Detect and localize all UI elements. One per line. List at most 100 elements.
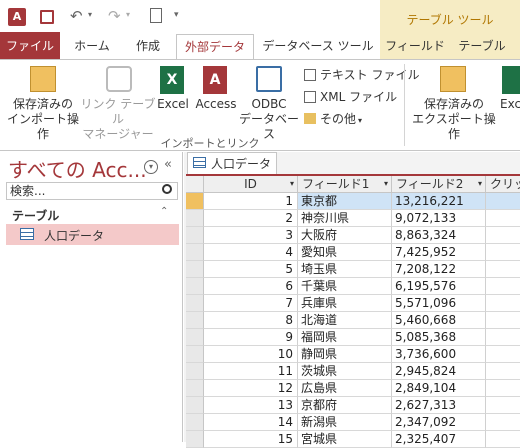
column-header-add[interactable]: クリック (486, 176, 520, 193)
nav-search-input[interactable]: 検索... (6, 182, 178, 200)
cell-add[interactable] (486, 414, 520, 431)
excel-export-button[interactable]: Exc (500, 97, 520, 112)
cell-field2[interactable]: 2,627,313 (392, 397, 486, 414)
cell-field2[interactable]: 5,571,096 (392, 295, 486, 312)
column-header-id[interactable]: ID ▾ (204, 176, 298, 193)
excel-import-button[interactable]: Excel (154, 97, 192, 112)
tab-external-data[interactable]: 外部データ (176, 34, 254, 61)
cell-id[interactable]: 3 (204, 227, 298, 244)
cell-field2[interactable]: 2,945,824 (392, 363, 486, 380)
cell-add[interactable] (486, 261, 520, 278)
collapse-pane-icon[interactable]: « (164, 157, 172, 172)
access-app-icon[interactable]: A (8, 8, 26, 26)
cell-field2[interactable]: 7,425,952 (392, 244, 486, 261)
cell-field1[interactable]: 千葉県 (298, 278, 392, 295)
cell-add[interactable] (486, 346, 520, 363)
row-selector[interactable] (186, 397, 204, 414)
sort-dropdown-icon[interactable]: ▾ (478, 176, 482, 192)
cell-id[interactable]: 2 (204, 210, 298, 227)
sort-dropdown-icon[interactable]: ▾ (384, 176, 388, 192)
sort-dropdown-icon[interactable]: ▾ (290, 176, 294, 192)
saved-exports-button[interactable]: 保存済みの エクスポート操作 (408, 97, 500, 142)
cell-add[interactable] (486, 397, 520, 414)
row-selector[interactable] (186, 227, 204, 244)
cell-id[interactable]: 9 (204, 329, 298, 346)
cell-field1[interactable]: 京都府 (298, 397, 392, 414)
tab-file[interactable]: ファイル (0, 32, 60, 60)
cell-add[interactable] (486, 312, 520, 329)
row-selector[interactable] (186, 244, 204, 261)
cell-id[interactable]: 11 (204, 363, 298, 380)
column-header-field1[interactable]: フィールド1 ▾ (298, 176, 392, 193)
access-import-button[interactable]: Access (194, 97, 238, 112)
cell-id[interactable]: 14 (204, 414, 298, 431)
cell-id[interactable]: 5 (204, 261, 298, 278)
cell-field2[interactable]: 6,195,576 (392, 278, 486, 295)
xml-file-button[interactable]: XML ファイル (304, 88, 397, 105)
cell-field2[interactable]: 5,085,368 (392, 329, 486, 346)
cell-add[interactable] (486, 227, 520, 244)
cell-field1[interactable]: 神奈川県 (298, 210, 392, 227)
redo-icon[interactable]: ↷ (108, 7, 121, 25)
cell-field1[interactable]: 大阪府 (298, 227, 392, 244)
cell-field2[interactable]: 9,072,133 (392, 210, 486, 227)
cell-id[interactable]: 7 (204, 295, 298, 312)
search-icon[interactable] (162, 184, 172, 194)
print-preview-icon[interactable] (150, 8, 162, 23)
cell-field1[interactable]: 静岡県 (298, 346, 392, 363)
row-selector[interactable] (186, 346, 204, 363)
cell-add[interactable] (486, 278, 520, 295)
cell-field2[interactable]: 5,460,668 (392, 312, 486, 329)
cell-field1[interactable]: 新潟県 (298, 414, 392, 431)
cell-add[interactable] (486, 244, 520, 261)
nav-section-tables[interactable]: テーブル (12, 207, 59, 224)
row-selector[interactable] (186, 295, 204, 312)
cell-id[interactable]: 12 (204, 380, 298, 397)
cell-id[interactable]: 4 (204, 244, 298, 261)
cell-add[interactable] (486, 193, 520, 210)
row-selector[interactable] (186, 210, 204, 227)
cell-id[interactable]: 15 (204, 431, 298, 448)
cell-field1[interactable]: 愛知県 (298, 244, 392, 261)
cell-add[interactable] (486, 329, 520, 346)
save-icon[interactable] (40, 10, 54, 24)
cell-field1[interactable]: 東京都 (298, 193, 392, 210)
row-selector[interactable] (186, 278, 204, 295)
row-selector[interactable] (186, 312, 204, 329)
tab-home[interactable]: ホーム (66, 34, 118, 60)
row-selector[interactable] (186, 329, 204, 346)
cell-field2[interactable]: 7,208,122 (392, 261, 486, 278)
tab-database-tools[interactable]: データベース ツール (262, 34, 374, 60)
redo-dropdown-icon[interactable]: ▾ (126, 10, 130, 19)
cell-field1[interactable]: 埼玉県 (298, 261, 392, 278)
cell-id[interactable]: 6 (204, 278, 298, 295)
cell-id[interactable]: 13 (204, 397, 298, 414)
undo-icon[interactable]: ↶ (70, 7, 83, 25)
cell-id[interactable]: 8 (204, 312, 298, 329)
saved-imports-button[interactable]: 保存済みの インポート操作 (2, 97, 84, 142)
cell-field1[interactable]: 北海道 (298, 312, 392, 329)
text-file-button[interactable]: テキスト ファイル (304, 66, 419, 83)
customize-qat-icon[interactable]: ▾ (174, 10, 179, 20)
row-selector[interactable] (186, 363, 204, 380)
cell-field2[interactable]: 13,216,221 (392, 193, 486, 210)
row-selector[interactable] (186, 414, 204, 431)
section-collapse-icon[interactable]: ⌃ (160, 206, 168, 217)
cell-add[interactable] (486, 295, 520, 312)
cell-field2[interactable]: 2,325,407 (392, 431, 486, 448)
cell-id[interactable]: 1 (204, 193, 298, 210)
row-selector[interactable] (186, 261, 204, 278)
cell-add[interactable] (486, 210, 520, 227)
cell-add[interactable] (486, 363, 520, 380)
cell-field1[interactable]: 広島県 (298, 380, 392, 397)
cell-field2[interactable]: 3,736,600 (392, 346, 486, 363)
cell-field1[interactable]: 兵庫県 (298, 295, 392, 312)
nav-pane-title[interactable]: すべての Acc... (8, 154, 147, 183)
cell-field2[interactable]: 8,863,324 (392, 227, 486, 244)
undo-dropdown-icon[interactable]: ▾ (88, 10, 92, 19)
more-button[interactable]: その他 ▾ (304, 110, 362, 127)
tab-fields[interactable]: フィールド (382, 34, 448, 60)
row-selector[interactable] (186, 193, 204, 210)
cell-field2[interactable]: 2,347,092 (392, 414, 486, 431)
cell-field2[interactable]: 2,849,104 (392, 380, 486, 397)
